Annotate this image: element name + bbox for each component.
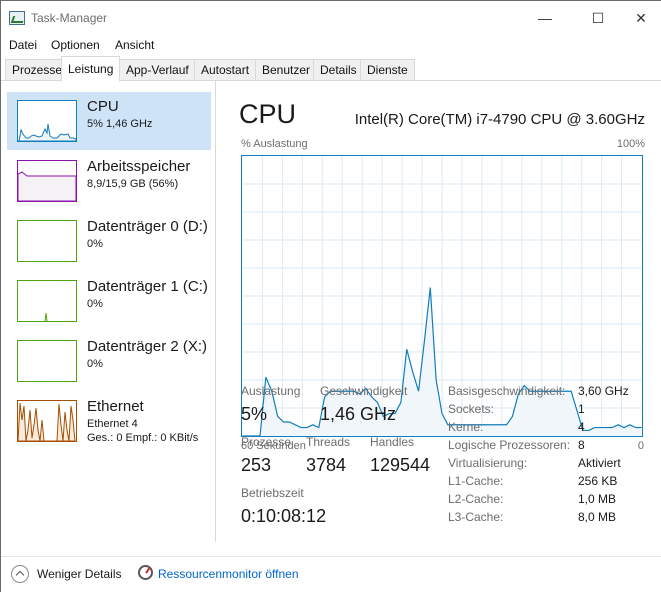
open-resource-monitor-link[interactable]: Ressourcenmonitor öffnen [158,567,299,581]
window-title: Task-Manager [31,11,108,25]
tab-app-verlauf[interactable]: App-Verlauf [119,59,196,81]
threads-value: 3784 [306,455,347,475]
sidebar-item-name: Datenträger 0 (D:) [87,218,208,235]
betriebszeit-label: Betriebszeit [241,486,304,500]
close-button[interactable]: ✕ [618,1,661,35]
info-value-logical-processors: 8 [578,438,585,452]
handles-label: Handles [370,435,415,449]
resource-monitor-icon[interactable] [138,565,153,580]
minimize-button[interactable]: — [522,1,568,35]
sidebar-item-cpu[interactable]: CPU 5% 1,46 GHz [7,92,211,150]
info-label-l3-cache: L3-Cache: [448,510,504,524]
sidebar-item-disk-0[interactable]: Datenträger 0 (D:) 0% [7,212,211,270]
tab-benutzer[interactable]: Benutzer [255,59,318,81]
title-bar[interactable]: Task-Manager — ☐ ✕ [1,1,661,35]
resource-sidebar: CPU 5% 1,46 GHz Arbeitsspeicher 8,9/15,9… [1,81,216,542]
graph-x-end-label: 0 [637,440,644,452]
menu-ansicht[interactable]: Ansicht [115,38,154,52]
info-label-base-speed: Basisgeschwindigkeit: [448,384,566,398]
tab-prozesse[interactable]: Prozesse [5,59,70,81]
info-label-cores: Kerne: [448,420,484,434]
footer-bar: Weniger Details Ressourcenmonitor öffnen [1,556,661,592]
menu-optionen[interactable]: Optionen [51,38,100,52]
cpu-detail-panel: CPU Intel(R) Core(TM) i7-4790 CPU @ 3.60… [217,81,661,542]
sidebar-item-name: Datenträger 2 (X:) [87,338,208,355]
menu-datei[interactable]: Datei [9,38,37,52]
tab-autostart[interactable]: Autostart [194,59,257,81]
sidebar-item-detail: 5% 1,46 GHz [87,118,153,130]
sidebar-item-detail: 8,9/15,9 GB (56%) [87,178,179,190]
info-value-cores: 4 [578,420,585,434]
tab-leistung[interactable]: Leistung [61,56,121,82]
sidebar-item-detail: Ethernet 4 [87,418,138,430]
sidebar-item-ethernet[interactable]: Ethernet Ethernet 4 Ges.: 0 Empf.: 0 KBi… [7,392,211,450]
page-title: CPU [239,99,297,129]
graph-y-label: % Auslastung [241,138,308,150]
sidebar-item-disk-1[interactable]: Datenträger 1 (C:) 0% [7,272,211,330]
disk-0-thumbnail-graph [17,220,77,262]
graph-y-max-label: 100% [616,138,645,150]
info-label-logical-processors: Logische Prozessoren: [448,438,571,452]
prozesse-label: Prozesse [241,435,292,449]
maximize-button[interactable]: ☐ [575,1,621,35]
info-label-virtualization: Virtualisierung: [448,456,528,470]
tab-bar: Prozesse Leistung App-Verlauf Autostart … [1,56,661,82]
memory-thumbnail-graph [17,160,77,202]
task-manager-icon [9,11,25,25]
auslastung-value: 5% [241,404,268,424]
disk-2-thumbnail-graph [17,340,77,382]
auslastung-label: Auslastung [241,384,301,398]
sidebar-item-throughput: Ges.: 0 Empf.: 0 KBit/s [87,432,199,444]
less-details-button[interactable]: Weniger Details [37,567,121,581]
menu-bar: Datei Optionen Ansicht [1,35,661,56]
prozesse-value: 253 [241,455,272,475]
geschwindigkeit-value: 1,46 GHz [320,404,397,424]
info-value-l1-cache: 256 KB [578,474,618,488]
sidebar-item-name: Ethernet [87,398,144,415]
tab-details[interactable]: Details [313,59,364,81]
info-value-virtualization: Aktiviert [578,456,621,470]
info-label-sockets: Sockets: [448,402,495,416]
info-value-l2-cache: 1,0 MB [578,492,617,506]
sidebar-item-disk-2[interactable]: Datenträger 2 (X:) 0% [7,332,211,390]
tab-dienste[interactable]: Dienste [360,59,415,81]
info-label-l2-cache: L2-Cache: [448,492,504,506]
threads-label: Threads [306,435,351,449]
sidebar-item-name: Datenträger 1 (C:) [87,278,208,295]
sidebar-item-detail: 0% [87,238,103,250]
info-value-base-speed: 3,60 GHz [578,384,629,398]
sidebar-item-detail: 0% [87,358,103,370]
sidebar-item-name: Arbeitsspeicher [87,158,191,175]
chevron-up-icon[interactable] [11,565,29,583]
disk-1-thumbnail-graph [17,280,77,322]
handles-value: 129544 [370,455,431,475]
geschwindigkeit-label: Geschwindigkeit [320,384,408,398]
cpu-model-name: Intel(R) Core(TM) i7-4790 CPU @ 3.60GHz [354,111,645,128]
info-label-l1-cache: L1-Cache: [448,474,504,488]
sidebar-item-memory[interactable]: Arbeitsspeicher 8,9/15,9 GB (56%) [7,152,211,210]
info-value-l3-cache: 8,0 MB [578,510,617,524]
betriebszeit-value: 0:10:08:12 [241,506,327,526]
info-value-sockets: 1 [578,402,585,416]
ethernet-thumbnail-graph [17,400,77,442]
sidebar-item-detail: 0% [87,298,103,310]
task-manager-window: Task-Manager — ☐ ✕ Datei Optionen Ansich… [0,0,661,592]
sidebar-item-name: CPU [87,98,119,115]
cpu-thumbnail-graph [17,100,77,142]
